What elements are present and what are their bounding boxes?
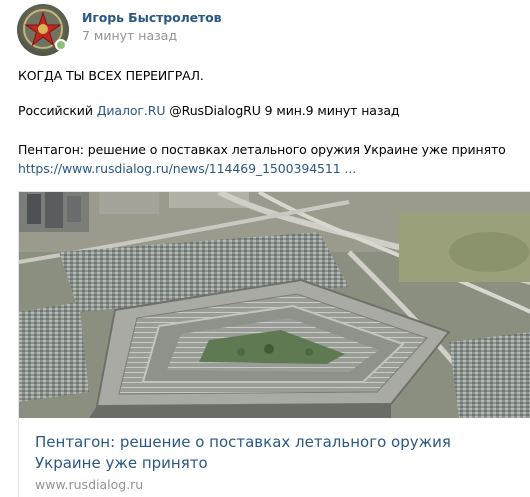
post-headline: Пентагон: решение о поставках летального… [18, 142, 506, 157]
card-domain[interactable]: www.rusdialog.ru [35, 477, 143, 492]
pentagon-aerial-photo[interactable] [19, 192, 530, 418]
source-link[interactable]: Диалог.RU [97, 103, 166, 118]
card-title[interactable]: Пентагон: решение о поставках летального… [35, 432, 515, 474]
post-text: КОГДА ТЫ ВСЕХ ПЕРЕИГРАЛ. [18, 68, 204, 83]
post-author[interactable]: Игорь Быстролетов [82, 10, 222, 25]
source-suffix: @RusDialogRU 9 мин.9 минут назад [165, 103, 400, 118]
link-preview-card[interactable]: Пентагон: решение о поставках летального… [18, 191, 530, 497]
post-url-link[interactable]: https://www.rusdialog.ru/news/114469_150… [18, 161, 356, 176]
post-source-line: Российский Диалог.RU @RusDialogRU 9 мин.… [18, 103, 400, 118]
source-prefix: Российский [18, 103, 97, 118]
online-status-indicator [55, 39, 67, 51]
post-time[interactable]: 7 минут назад [82, 28, 177, 43]
